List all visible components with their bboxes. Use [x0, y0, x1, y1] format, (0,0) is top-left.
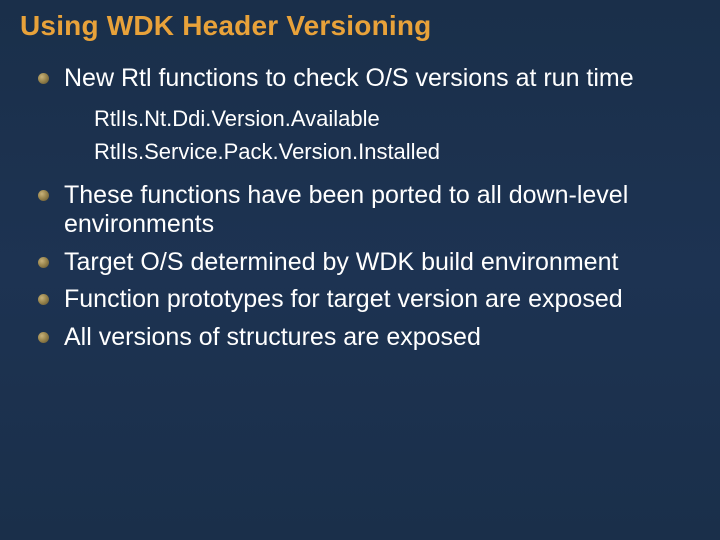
list-item-text: New Rtl functions to check O/S versions …	[64, 64, 634, 92]
list-item: Target O/S determined by WDK build envir…	[38, 248, 700, 278]
sub-list-item: RtlIs.Service.Pack.Version.Installed	[94, 137, 700, 167]
list-item: These functions have been ported to all …	[38, 181, 700, 240]
list-item-text: These functions have been ported to all …	[64, 181, 628, 239]
list-item: Function prototypes for target version a…	[38, 285, 700, 315]
list-item: All versions of structures are exposed	[38, 323, 700, 353]
list-item-text: Target O/S determined by WDK build envir…	[64, 248, 618, 276]
sub-list-item: RtlIs.Nt.Ddi.Version.Available	[94, 104, 700, 134]
list-item: New Rtl functions to check O/S versions …	[38, 64, 700, 167]
list-item-text: All versions of structures are exposed	[64, 323, 481, 351]
bullet-list: New Rtl functions to check O/S versions …	[38, 64, 700, 352]
list-item-text: Function prototypes for target version a…	[64, 285, 623, 313]
slide-title: Using WDK Header Versioning	[20, 10, 700, 42]
slide: Using WDK Header Versioning New Rtl func…	[0, 0, 720, 540]
sub-bullet-list: RtlIs.Nt.Ddi.Version.Available RtlIs.Ser…	[94, 104, 700, 167]
